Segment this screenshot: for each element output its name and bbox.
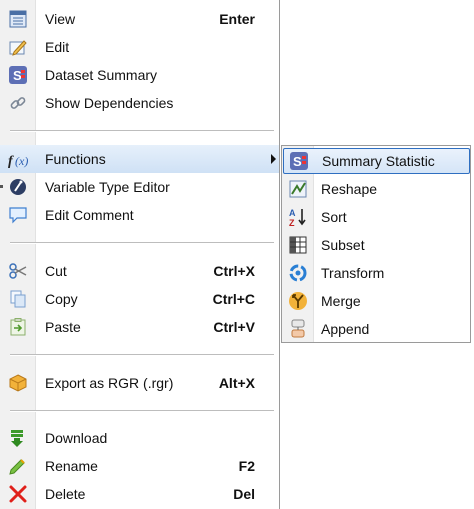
submenu-item-label: Transform — [321, 265, 385, 281]
menu-item-label: View — [45, 11, 76, 27]
scissors-icon — [7, 260, 29, 282]
edge-mark — [0, 185, 3, 188]
menu-item-dataset-summary[interactable]: S Dataset Summary — [0, 61, 279, 89]
svg-text:S: S — [293, 154, 302, 169]
menu-separator — [10, 130, 274, 132]
svg-text:f: f — [8, 154, 14, 169]
menu-separator — [10, 242, 274, 244]
sort-icon: AZ — [287, 206, 309, 228]
delete-icon — [7, 483, 29, 505]
menu-item-label: Functions — [45, 151, 106, 167]
functions-icon: f (x) — [7, 148, 29, 170]
menu-item-export-rgr[interactable]: Export as RGR (.rgr) Alt+X — [0, 369, 279, 397]
submenu-item-merge[interactable]: Merge — [283, 287, 470, 315]
comment-icon — [7, 204, 29, 226]
link-icon — [7, 92, 29, 114]
copy-icon — [7, 288, 29, 310]
merge-icon — [287, 290, 309, 312]
menu-item-delete[interactable]: Delete Del — [0, 480, 279, 508]
menu-item-shortcut: Ctrl+V — [213, 319, 255, 335]
variable-type-icon — [7, 176, 29, 198]
menu-item-shortcut: Enter — [219, 11, 255, 27]
subset-icon — [287, 234, 309, 256]
menu-item-label: Cut — [45, 263, 67, 279]
menu-item-copy[interactable]: Copy Ctrl+C — [0, 285, 279, 313]
menu-item-label: Rename — [45, 458, 98, 474]
submenu-item-subset[interactable]: Subset — [283, 231, 470, 259]
menu-item-download[interactable]: Download — [0, 424, 279, 452]
menu-item-shortcut: F2 — [238, 458, 255, 474]
submenu-item-reshape[interactable]: Reshape — [283, 175, 470, 203]
svg-text:(x): (x) — [15, 154, 28, 168]
menu-item-functions[interactable]: f (x) Functions — [0, 145, 279, 173]
submenu-item-label: Append — [321, 321, 370, 337]
reshape-icon — [287, 178, 309, 200]
submenu-item-label: Reshape — [321, 181, 378, 197]
menu-item-shortcut: Alt+X — [218, 375, 255, 391]
menu-item-cut[interactable]: Cut Ctrl+X — [0, 257, 279, 285]
submenu-item-label: Summary Statistic — [322, 153, 435, 169]
submenu-item-label: Subset — [321, 237, 365, 253]
menu-item-variable-type-editor[interactable]: Variable Type Editor — [0, 173, 279, 201]
menu-item-label: Copy — [45, 291, 78, 307]
menu-item-label: Variable Type Editor — [45, 179, 170, 195]
submenu-item-label: Merge — [321, 293, 361, 309]
summary-statistic-icon: S — [288, 150, 310, 172]
edit-icon — [7, 36, 29, 58]
menu-item-label: Paste — [45, 319, 81, 335]
download-icon — [7, 427, 29, 449]
svg-text:Z: Z — [289, 218, 295, 227]
paste-icon — [7, 316, 29, 338]
submenu-item-summary-statistic[interactable]: S Summary Statistic — [283, 148, 470, 174]
submenu-arrow-icon — [271, 154, 276, 164]
svg-text:S: S — [13, 68, 22, 83]
menu-item-label: Dataset Summary — [45, 67, 158, 83]
transform-icon — [287, 262, 309, 284]
export-icon — [7, 372, 29, 394]
submenu-item-append[interactable]: Append — [283, 315, 470, 343]
menu-item-label: Delete — [45, 486, 86, 502]
menu-separator — [10, 410, 274, 412]
functions-submenu: S Summary Statistic Reshape AZ Sort Subs… — [281, 145, 471, 343]
append-icon — [287, 318, 309, 340]
submenu-item-label: Sort — [321, 209, 347, 225]
menu-item-label: Download — [45, 430, 108, 446]
view-icon — [7, 8, 29, 30]
svg-text:A: A — [289, 208, 296, 218]
menu-item-edit-comment[interactable]: Edit Comment — [0, 201, 279, 229]
menu-separator — [10, 354, 274, 356]
menu-item-edit[interactable]: Edit — [0, 33, 279, 61]
menu-item-label: Show Dependencies — [45, 95, 174, 111]
menu-item-shortcut: Ctrl+X — [213, 263, 255, 279]
rename-icon — [7, 455, 29, 477]
menu-item-paste[interactable]: Paste Ctrl+V — [0, 313, 279, 341]
menu-item-label: Export as RGR (.rgr) — [45, 375, 174, 391]
menu-item-shortcut: Ctrl+C — [212, 291, 255, 307]
menu-item-label: Edit — [45, 39, 70, 55]
menu-item-show-dependencies[interactable]: Show Dependencies — [0, 89, 279, 117]
dataset-summary-icon: S — [7, 64, 29, 86]
submenu-item-sort[interactable]: AZ Sort — [283, 203, 470, 231]
menu-item-shortcut: Del — [233, 486, 255, 502]
menu-item-view[interactable]: View Enter — [0, 5, 279, 33]
context-menu: View Enter Edit S Dataset Summary Show D… — [0, 0, 280, 509]
submenu-item-transform[interactable]: Transform — [283, 259, 470, 287]
menu-item-rename[interactable]: Rename F2 — [0, 452, 279, 480]
menu-item-label: Edit Comment — [45, 207, 134, 223]
